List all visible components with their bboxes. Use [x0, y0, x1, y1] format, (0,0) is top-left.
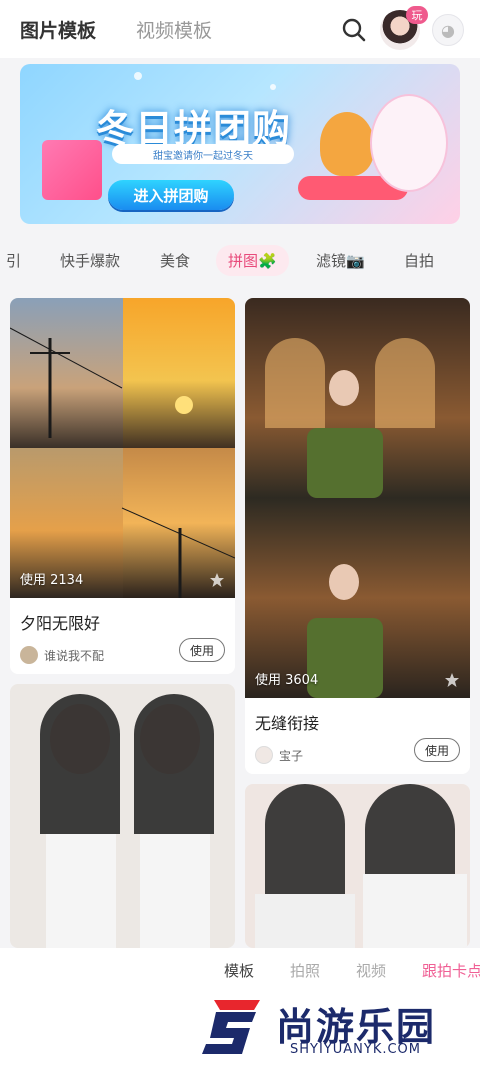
- category-tabs: 引 快手爆款 美食 拼图🧩 滤镜📷 自拍: [0, 236, 480, 286]
- nav-beat-follow[interactable]: 跟拍卡点: [422, 960, 480, 981]
- nav-photo[interactable]: 拍照: [290, 960, 320, 981]
- dog-illustration: [320, 112, 374, 176]
- usage-count: 使用 2134: [20, 573, 84, 588]
- category-tab-kuaishou-hot[interactable]: 快手爆款: [60, 250, 120, 271]
- bottom-navigation: 模板 拍照 视频 跟拍卡点: [0, 948, 480, 992]
- monster-mascot-illustration: [370, 94, 448, 192]
- gift-box-illustration: [42, 140, 102, 200]
- template-card-seamless[interactable]: 使用 3604 无缝衔接 宝子 使用: [245, 298, 470, 774]
- play-badge: 玩: [406, 6, 428, 24]
- use-template-button[interactable]: 使用: [179, 638, 225, 662]
- template-thumbnail[interactable]: 使用 3604: [245, 298, 470, 698]
- watermark-logo-icon: [202, 1000, 260, 1054]
- template-card-sunset[interactable]: 使用 2134 夕阳无限好 谁说我不配 使用: [10, 298, 235, 674]
- use-template-button[interactable]: 使用: [414, 738, 460, 762]
- template-thumbnail[interactable]: 使用 2134: [10, 298, 235, 598]
- category-tab-filter[interactable]: 滤镜📷: [316, 250, 365, 271]
- avatar[interactable]: 玩: [380, 6, 428, 50]
- promo-banner[interactable]: 冬日拼团购 甜宝邀请你一起过冬天 进入拼团购: [20, 64, 460, 224]
- author-name: 谁说我不配: [44, 648, 105, 663]
- favorite-star-icon[interactable]: [444, 672, 460, 688]
- watermark-footer: 尚游乐园 SHYIYUANYK.COM: [0, 992, 480, 1067]
- category-tab-collage[interactable]: 拼图🧩: [216, 245, 289, 276]
- template-title: 无缝衔接: [255, 714, 320, 733]
- category-tab-partial[interactable]: 引: [6, 250, 21, 271]
- template-title: 夕阳无限好: [20, 614, 101, 633]
- power-lines-decoration: [10, 327, 235, 598]
- mascot-icon[interactable]: ◕: [432, 14, 464, 46]
- search-icon[interactable]: [340, 16, 368, 44]
- category-tab-selfie[interactable]: 自拍: [404, 250, 434, 271]
- tab-video-templates[interactable]: 视频模板: [136, 16, 212, 43]
- template-card-hoodie[interactable]: [245, 784, 470, 948]
- enter-group-buy-button[interactable]: 进入拼团购: [108, 180, 234, 210]
- watermark-url: SHYIYUANYK.COM: [290, 1042, 421, 1057]
- banner-subtitle: 甜宝邀请你一起过冬天: [112, 144, 294, 164]
- top-header: 图片模板 视频模板 玩 ◕: [0, 0, 480, 58]
- author-name: 宝子: [279, 748, 304, 763]
- nav-video[interactable]: 视频: [356, 960, 386, 981]
- tab-image-templates[interactable]: 图片模板: [20, 16, 96, 43]
- author-avatar: [255, 746, 273, 764]
- category-tab-food[interactable]: 美食: [160, 250, 190, 271]
- nav-templates[interactable]: 模板: [224, 960, 254, 981]
- favorite-star-icon[interactable]: [209, 572, 225, 588]
- author-avatar: [20, 646, 38, 664]
- usage-count: 使用 3604: [255, 673, 319, 688]
- template-card-bunny-ears[interactable]: [10, 684, 235, 948]
